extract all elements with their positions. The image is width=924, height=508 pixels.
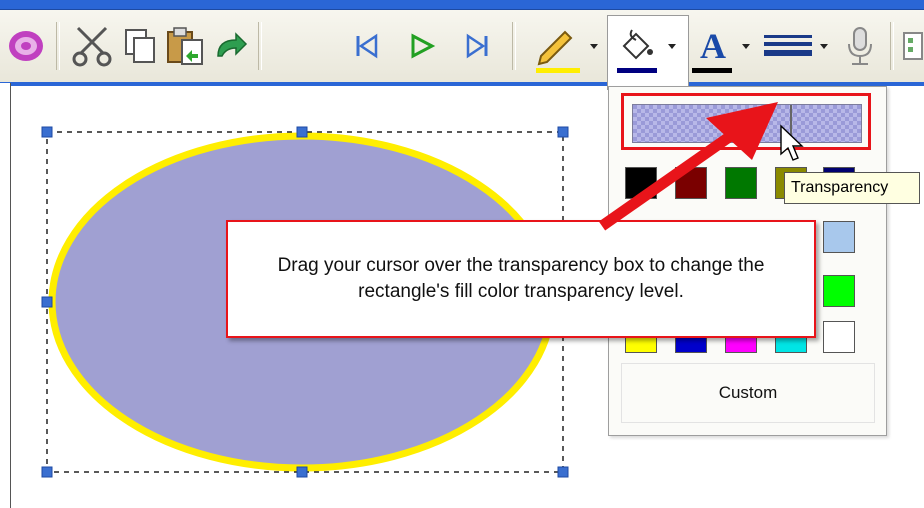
transparency-highlight — [621, 93, 871, 150]
custom-color-button[interactable]: Custom — [621, 363, 875, 423]
color-swatch[interactable] — [823, 275, 855, 307]
resize-handle[interactable] — [41, 126, 53, 138]
fill-color-icon[interactable] — [613, 22, 659, 70]
transparency-slider[interactable] — [632, 104, 862, 143]
color-swatch[interactable] — [823, 221, 855, 253]
color-swatch[interactable] — [675, 167, 707, 199]
resize-handle[interactable] — [557, 126, 569, 138]
resize-handle[interactable] — [296, 126, 308, 138]
color-swatch[interactable] — [625, 167, 657, 199]
transparency-marker[interactable] — [790, 105, 792, 142]
transparency-tooltip: Transparency — [784, 172, 920, 204]
resize-handle[interactable] — [41, 466, 53, 478]
callout-text: Drag your cursor over the transparency b… — [277, 255, 765, 302]
color-swatch[interactable] — [823, 321, 855, 353]
instruction-callout: Drag your cursor over the transparency b… — [226, 220, 816, 338]
chevron-down-icon[interactable] — [668, 44, 676, 49]
resize-handle[interactable] — [296, 466, 308, 478]
color-swatch[interactable] — [725, 167, 757, 199]
resize-handle[interactable] — [557, 466, 569, 478]
resize-handle[interactable] — [41, 296, 53, 308]
fill-color-bar — [617, 68, 657, 73]
